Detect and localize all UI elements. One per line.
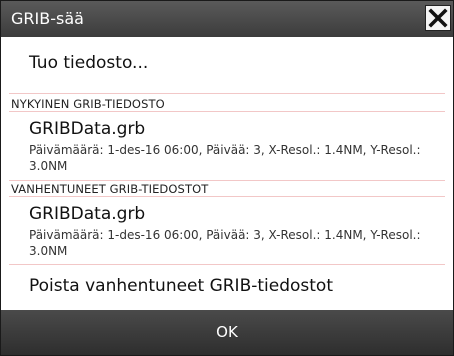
delete-expired-label: Poista vanhentuneet GRIB-tiedostot [29,276,333,296]
expired-file-details: Päivämäärä: 1-des-16 06:00, Päivää: 3, X… [29,228,421,258]
close-icon [428,8,448,28]
ok-button[interactable]: OK [1,310,453,355]
import-file-label: Tuo tiedosto... [29,53,149,73]
dialog-footer: OK [1,310,453,355]
expired-section-header: VANHENTUNEET GRIB-TIEDOSTOT [11,182,209,196]
delete-expired-item[interactable]: Poista vanhentuneet GRIB-tiedostot [1,265,453,309]
dialog-title: GRIB-sää [11,9,84,28]
divider [9,180,445,181]
import-file-item[interactable]: Tuo tiedosto... [1,37,453,93]
title-bar: GRIB-sää [1,1,453,37]
expired-file-item[interactable]: GRIBData.grb Päivämäärä: 1-des-16 06:00,… [1,197,453,264]
current-section-header: NYKYINEN GRIB-TIEDOSTO [11,97,165,111]
current-file-item[interactable]: GRIBData.grb Päivämäärä: 1-des-16 06:00,… [1,112,453,180]
expired-file-name: GRIBData.grb [29,204,146,224]
current-file-details: Päivämäärä: 1-des-16 06:00, Päivää: 3, X… [29,143,421,173]
current-file-name: GRIBData.grb [29,119,146,139]
close-button[interactable] [425,5,451,31]
divider [9,93,445,94]
grib-weather-dialog: GRIB-sää Tuo tiedosto... NYKYINEN GRIB-T… [0,0,454,356]
